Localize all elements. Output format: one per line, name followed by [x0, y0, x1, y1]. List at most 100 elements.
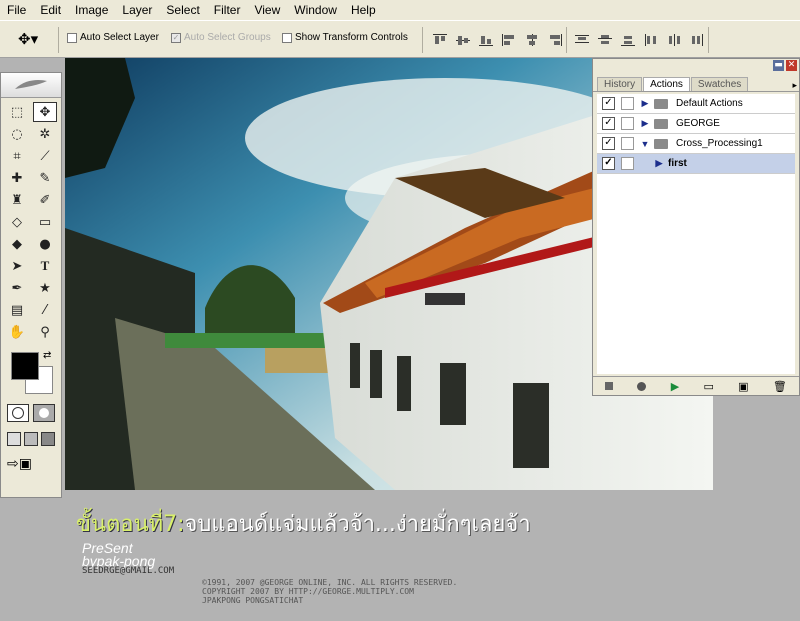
brush-tool-icon[interactable]: ✎: [33, 168, 57, 188]
play-icon[interactable]: ▶: [671, 380, 679, 393]
dialog-toggle-checkbox[interactable]: [621, 137, 634, 150]
align-top-icon[interactable]: [432, 33, 448, 47]
distribute-vcenter-icon[interactable]: [597, 33, 613, 47]
align-vcenter-icon[interactable]: [455, 33, 471, 47]
full-screen-mode-icon[interactable]: [41, 432, 55, 446]
full-screen-menu-mode-icon[interactable]: [24, 432, 38, 446]
tab-swatches[interactable]: Swatches: [690, 77, 749, 91]
stop-recording-icon[interactable]: [605, 382, 614, 390]
quick-mask-mode-icon[interactable]: [33, 404, 55, 422]
distribute-top-icon[interactable]: [574, 33, 590, 47]
screen-mode-buttons: [1, 428, 61, 450]
action-first[interactable]: ✓ ▶ first: [597, 154, 795, 174]
align-hcenter-icon[interactable]: [524, 33, 540, 47]
auto-select-layer-checkbox[interactable]: [67, 32, 77, 43]
menu-file[interactable]: File: [0, 3, 33, 17]
expand-triangle-icon[interactable]: ▶: [640, 98, 650, 109]
toggle-item-checkbox[interactable]: ✓: [602, 117, 615, 130]
distribute-left-icon[interactable]: [643, 33, 659, 47]
auto-select-layer-option[interactable]: Auto Select Layer: [67, 32, 159, 43]
pen-tool-icon[interactable]: ✒: [5, 278, 29, 298]
jump-to-imageready-icon[interactable]: ⇨▣: [1, 450, 61, 478]
toolbox-header[interactable]: [1, 73, 61, 98]
menu-bar: File Edit Image Layer Select Filter View…: [0, 0, 800, 20]
marquee-tool-icon[interactable]: ⬚: [5, 102, 29, 122]
toggle-item-checkbox[interactable]: ✓: [602, 97, 615, 110]
slice-tool-icon[interactable]: ⟋: [33, 146, 57, 166]
copyright-line: COPYRIGHT 2007 BY HTTP://GEORGE.MULTIPLY…: [202, 587, 414, 596]
distribute-bottom-icon[interactable]: [620, 33, 636, 47]
auto-select-groups-option: ✓ Auto Select Groups: [171, 32, 271, 43]
action-set-default-actions[interactable]: ✓ ▶ Default Actions: [597, 94, 795, 114]
eraser-tool-icon[interactable]: ◇: [5, 212, 29, 232]
new-action-icon[interactable]: ▣: [738, 380, 748, 393]
shape-tool-icon[interactable]: ★: [33, 278, 57, 298]
menu-select[interactable]: Select: [159, 3, 206, 17]
crop-tool-icon[interactable]: ⌗: [5, 146, 29, 166]
toggle-item-checkbox[interactable]: ✓: [602, 137, 615, 150]
distribute-right-icon[interactable]: [689, 33, 705, 47]
notes-tool-icon[interactable]: ▤: [5, 300, 29, 320]
dialog-toggle-checkbox[interactable]: [621, 97, 634, 110]
path-selection-tool-icon[interactable]: ➤: [5, 256, 29, 276]
foreground-color-swatch[interactable]: [11, 352, 39, 380]
record-icon[interactable]: [637, 381, 647, 391]
expand-triangle-icon[interactable]: ▶: [654, 158, 664, 169]
delete-icon[interactable]: 🗑: [773, 380, 787, 393]
action-set-george[interactable]: ✓ ▶ GEORGE: [597, 114, 795, 134]
standard-mode-icon[interactable]: [7, 404, 29, 422]
action-set-cross-processing1[interactable]: ✓ ▼ Cross_Processing1: [597, 134, 795, 154]
expand-triangle-icon[interactable]: ▶: [640, 118, 650, 129]
type-tool-icon[interactable]: T: [33, 256, 57, 276]
action-set-folder-icon: [654, 138, 668, 149]
gradient-tool-icon[interactable]: ▭: [33, 212, 57, 232]
show-transform-controls-checkbox[interactable]: [282, 32, 292, 43]
lasso-tool-icon[interactable]: ◌: [5, 124, 29, 144]
history-brush-tool-icon[interactable]: ✐: [33, 190, 57, 210]
tutorial-caption: ขั้นตอนที่7:จบแอนด์แจ่มแล้วจ้า...ง่ายมั่…: [76, 506, 531, 541]
panel-minimize-icon[interactable]: ▬: [773, 60, 784, 71]
action-set-label: GEORGE: [676, 118, 720, 129]
clone-stamp-tool-icon[interactable]: ♜: [5, 190, 29, 210]
menu-window[interactable]: Window: [287, 3, 344, 17]
blur-tool-icon[interactable]: ◆: [5, 234, 29, 254]
healing-brush-tool-icon[interactable]: ✚: [5, 168, 29, 188]
menu-help[interactable]: Help: [344, 3, 383, 17]
new-set-icon[interactable]: ▭: [703, 380, 713, 393]
tool-grid: ⬚ ✥ ◌ ✲ ⌗ ⟋ ✚ ✎ ♜ ✐ ◇ ▭ ◆ ● ➤ T ✒ ★ ▤ ⁄ …: [1, 98, 61, 346]
align-bottom-icon[interactable]: [478, 33, 494, 47]
show-transform-controls-option[interactable]: Show Transform Controls: [282, 32, 408, 43]
standard-screen-mode-icon[interactable]: [7, 432, 21, 446]
menu-filter[interactable]: Filter: [207, 3, 248, 17]
author-email: SEEDRGE@GMAIL.COM: [82, 566, 175, 576]
feather-logo-icon: [15, 79, 47, 89]
move-tool-preset-icon[interactable]: ✥▾: [18, 30, 38, 48]
menu-edit[interactable]: Edit: [33, 3, 68, 17]
tab-history[interactable]: History: [597, 77, 643, 91]
collapse-triangle-icon[interactable]: ▼: [640, 139, 650, 149]
action-set-label: Cross_Processing1: [676, 138, 763, 149]
magic-wand-tool-icon[interactable]: ✲: [33, 124, 57, 144]
action-label: first: [668, 158, 687, 169]
align-left-icon[interactable]: [501, 33, 517, 47]
align-right-icon[interactable]: [547, 33, 563, 47]
dialog-toggle-checkbox[interactable]: [621, 157, 634, 170]
menu-layer[interactable]: Layer: [115, 3, 159, 17]
panel-menu-icon[interactable]: ▸: [792, 81, 799, 91]
menu-image[interactable]: Image: [68, 3, 115, 17]
hand-tool-icon[interactable]: ✋: [5, 322, 29, 342]
swap-colors-icon[interactable]: ⇄: [43, 350, 51, 361]
show-transform-controls-label: Show Transform Controls: [295, 32, 408, 43]
action-set-label: Default Actions: [676, 98, 743, 109]
eyedropper-tool-icon[interactable]: ⁄: [33, 300, 57, 320]
distribute-hcenter-icon[interactable]: [666, 33, 682, 47]
panel-close-icon[interactable]: ✕: [786, 60, 797, 71]
zoom-tool-icon[interactable]: ⚲: [33, 322, 57, 342]
toggle-item-checkbox[interactable]: ✓: [602, 157, 615, 170]
move-tool-icon[interactable]: ✥: [33, 102, 57, 122]
menu-view[interactable]: View: [247, 3, 287, 17]
copyright-line: ©1991, 2007 @GEORGE ONLINE, INC. ALL RIG…: [202, 578, 458, 587]
dialog-toggle-checkbox[interactable]: [621, 117, 634, 130]
tab-actions[interactable]: Actions: [643, 77, 690, 91]
dodge-tool-icon[interactable]: ●: [33, 234, 57, 254]
